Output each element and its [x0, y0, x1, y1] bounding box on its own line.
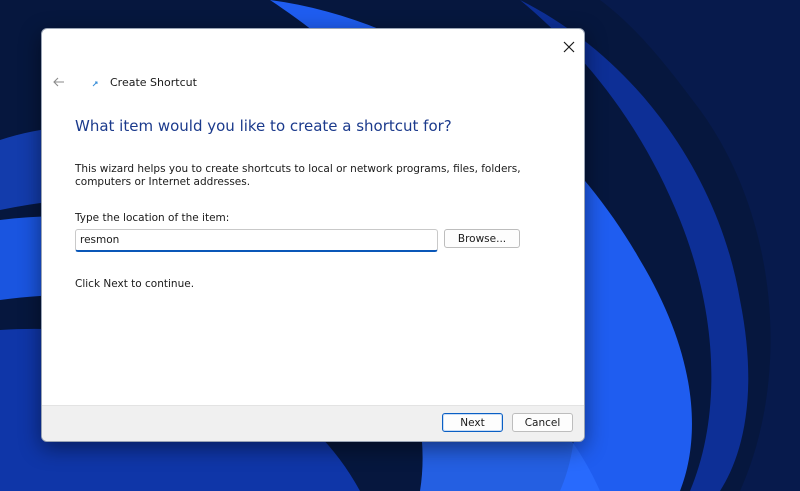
page-heading: What item would you like to create a sho…: [75, 117, 452, 135]
back-arrow-icon: [53, 77, 64, 87]
dialog-footer: Next Cancel: [42, 405, 584, 441]
close-icon: [563, 41, 575, 53]
cancel-button[interactable]: Cancel: [512, 413, 573, 432]
wizard-description: This wizard helps you to create shortcut…: [75, 163, 521, 188]
shortcut-app-icon: [88, 76, 104, 92]
location-label: Type the location of the item:: [75, 212, 230, 224]
window-title: Create Shortcut: [110, 75, 197, 89]
title-row: Create Shortcut: [48, 71, 197, 93]
next-button[interactable]: Next: [442, 413, 503, 432]
browse-button[interactable]: Browse...: [444, 229, 520, 248]
location-input[interactable]: [75, 229, 438, 252]
create-shortcut-dialog: Create Shortcut What item would you like…: [41, 28, 585, 442]
continue-instruction: Click Next to continue.: [75, 278, 195, 290]
close-button[interactable]: [554, 29, 584, 65]
back-button[interactable]: [48, 71, 70, 93]
